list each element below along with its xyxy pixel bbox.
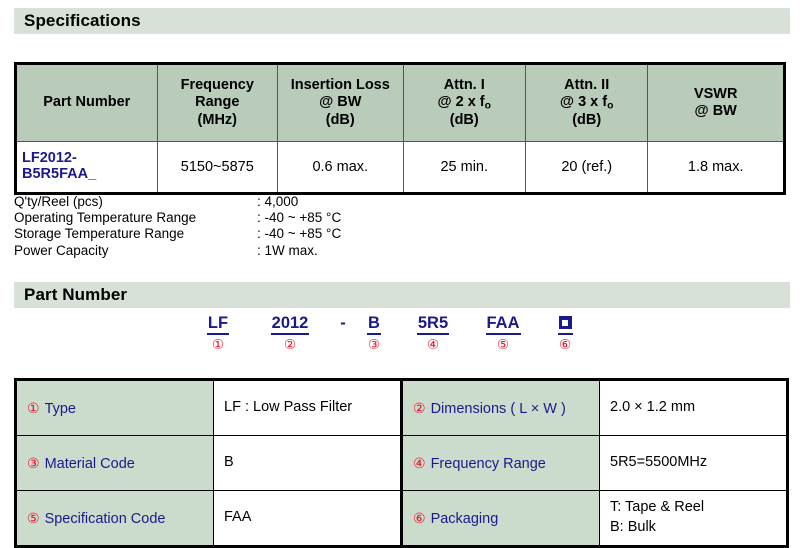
pn-token-separator: - [332,314,354,336]
pn-token-material-code: B ③ [360,314,388,352]
section-title-part-number: Part Number [24,285,128,304]
part-number-breakdown: LF ① 2012 ② - B ③ 5R5 ④ FAA ⑤ ⑥ [14,314,786,360]
legend-label-text: Type [44,400,76,417]
section-header-part-number: Part Number [14,282,790,308]
pn-token-text: FAA [485,314,521,335]
part-number-legend-table: ① Type LF : Low Pass Filter ② Dimensions (… [14,378,789,548]
spec-value-storage-temperature-range: : -40 ~ +85 °C [257,226,342,242]
specifications-table: Part Number Frequency Range (MHz) Insert… [14,62,786,195]
pn-token-type: LF ① [196,314,240,352]
cell-frequency-range: 5150~5875 [156,141,279,194]
legend-label-text: Packaging [430,510,499,527]
datasheet-page: Specifications Part Number Frequency Ran… [0,0,800,548]
pn-token-text: 5R5 [416,314,450,335]
circled-number-icon: ② [413,399,426,416]
pn-token-mark: ④ [426,337,440,352]
section-title-specifications: Specifications [24,11,141,30]
column-header-attenuation-2: Attn. II @ 3 x fo (dB) [524,63,649,142]
spec-label-power-capacity: Power Capacity [14,242,109,258]
pn-token-packaging: ⑥ [548,314,582,352]
column-header-attenuation-1: Attn. I @ 2 x fo (dB) [402,63,526,142]
spec-label-storage-temperature-range: Storage Temperature Range [14,226,185,242]
column-header-vswr: VSWR @ BW [647,63,785,142]
specifications-table-header-row: Part Number Frequency Range (MHz) Insert… [15,63,785,142]
legend-label-text: Frequency Range [430,455,546,472]
pn-token-mark: ① [211,337,225,352]
circled-number-icon: ① [27,399,40,416]
square-placeholder-icon [558,316,572,329]
legend-label-text: Specification Code [44,510,166,527]
legend-label-dimensions: ② Dimensions ( L × W ) [400,379,600,436]
pn-token-specification-code: FAA ⑤ [476,314,530,352]
legend-value-dimensions: 2.0 × 1.2 mm [599,379,788,436]
specifications-detail-list: Q'ty/Reel (pcs) : 4,000 Operating Temper… [14,194,514,259]
legend-value-type: LF : Low Pass Filter [213,379,402,436]
legend-label-text: Material Code [44,455,135,472]
pn-token-text: B [367,314,381,335]
column-header-frequency-range: Frequency Range (MHz) [156,63,279,142]
pn-token-mark: ③ [367,337,381,352]
legend-label-material-code: ③ Material Code [15,435,214,491]
pn-token-mark: ② [283,337,297,352]
list-item: Power Capacity : 1W max. [14,243,514,259]
cell-attenuation-1: 25 min. [402,141,526,194]
pn-token-frequency-range: 5R5 ④ [406,314,460,352]
column-header-part-number: Part Number [15,63,158,142]
legend-label-type: ① Type [15,379,214,436]
legend-value-frequency-range: 5R5=5500MHz [599,435,788,491]
subscript-o: o [484,99,492,111]
legend-value-material-code: B [213,435,402,491]
pn-token-text: LF [206,314,230,335]
pn-token-mark: ⑥ [558,337,572,352]
table-row: ① Type LF : Low Pass Filter ② Dimensions (… [15,379,788,436]
circled-number-icon: ④ [413,454,426,471]
column-header-insertion-loss: Insertion Loss @ BW (dB) [277,63,404,142]
pn-token-text [557,314,573,335]
legend-value-packaging: T: Tape & Reel B: Bulk [599,490,788,547]
cell-vswr: 1.8 max. [647,141,785,194]
circled-number-icon: ⑤ [27,509,40,526]
legend-label-frequency-range: ④ Frequency Range [400,435,600,491]
spec-label-operating-temperature-range: Operating Temperature Range [14,210,197,226]
legend-label-specification-code: ⑤ Specification Code [15,490,214,547]
pn-token-text: 2012 [270,314,310,335]
list-item: Q'ty/Reel (pcs) : 4,000 [14,194,514,210]
spec-label-qty-reel: Q'ty/Reel (pcs) [14,194,103,209]
legend-label-packaging: ⑥ Packaging [400,490,600,547]
list-item: Storage Temperature Range : -40 ~ +85 °C [14,226,514,242]
cell-attenuation-2: 20 (ref.) [524,141,649,194]
pn-token-text: - [340,314,346,332]
spec-value-operating-temperature-range: : -40 ~ +85 °C [257,210,342,226]
table-row: ③ Material Code B ④ Frequency Range 5R5=55… [15,435,788,491]
spec-value-qty-reel: : 4,000 [257,194,299,209]
pn-token-dimensions: 2012 ② [258,314,322,352]
table-row: ⑤ Specification Code FAA ⑥ Packaging T: Ta… [15,490,788,547]
legend-label-text: Dimensions ( L × W ) [430,400,566,417]
table-row: LF2012- B5R5FAA_ 5150~5875 0.6 max. 25 m… [15,141,785,194]
list-item: Operating Temperature Range : -40 ~ +85 … [14,210,514,226]
cell-insertion-loss: 0.6 max. [277,141,404,194]
legend-value-specification-code: FAA [213,490,402,547]
section-header-specifications: Specifications [14,8,790,34]
spec-value-power-capacity: : 1W max. [257,242,318,258]
pn-token-mark: ⑤ [496,337,510,352]
circled-number-icon: ⑥ [413,509,426,526]
subscript-o: o [607,99,614,111]
cell-part-number: LF2012- B5R5FAA_ [15,141,158,194]
circled-number-icon: ③ [27,454,40,471]
